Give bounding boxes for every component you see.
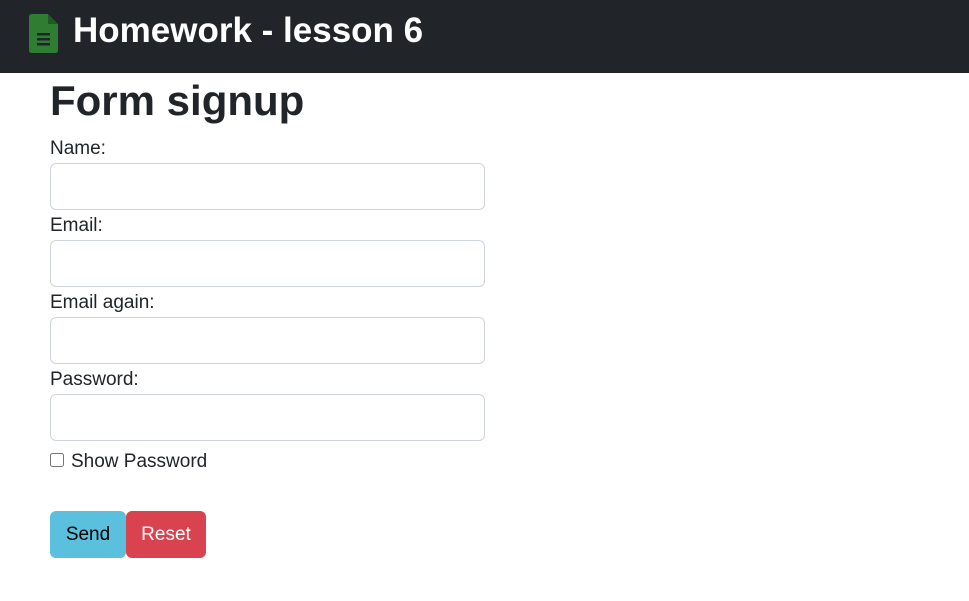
show-password-checkbox[interactable]: [50, 453, 64, 467]
password-input[interactable]: [50, 394, 485, 441]
name-input[interactable]: [50, 163, 485, 210]
password-label: Password:: [50, 369, 139, 390]
document-icon: [29, 14, 58, 53]
reset-button[interactable]: Reset: [126, 511, 206, 558]
page-title: Form signup: [50, 77, 305, 124]
name-label: Name:: [50, 138, 106, 159]
email-again-label: Email again:: [50, 292, 155, 313]
show-password-label[interactable]: Show Password: [71, 450, 207, 474]
email-input[interactable]: [50, 240, 485, 287]
email-again-input[interactable]: [50, 317, 485, 364]
top-navbar: Homework - lesson 6: [0, 0, 969, 73]
email-label: Email:: [50, 215, 103, 236]
send-button[interactable]: Send: [50, 511, 126, 558]
app-title[interactable]: Homework - lesson 6: [73, 9, 423, 53]
